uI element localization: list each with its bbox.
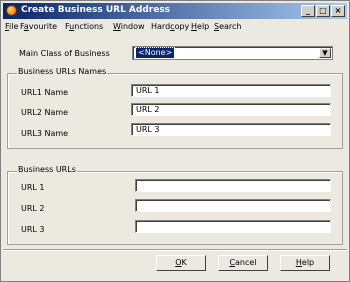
close-button[interactable]: × bbox=[331, 5, 345, 17]
menu-bar: File Favourite Functions Window Hardcopy… bbox=[3, 21, 347, 35]
menu-file[interactable]: File bbox=[5, 22, 18, 31]
url1-field[interactable] bbox=[135, 179, 331, 192]
dialog-window: Create Business URL Address _ □ × File F… bbox=[0, 0, 350, 282]
url2-name-field[interactable]: URL 2 bbox=[131, 103, 331, 116]
url2-name-label: URL2 Name bbox=[21, 108, 69, 117]
main-class-select[interactable]: <None> ▼ bbox=[132, 46, 333, 60]
menu-window[interactable]: Window bbox=[113, 22, 145, 31]
url1-name-label: URL1 Name bbox=[21, 88, 69, 97]
cancel-button[interactable]: Cancel bbox=[218, 255, 268, 271]
chevron-down-icon[interactable]: ▼ bbox=[319, 48, 331, 58]
title-bar[interactable]: Create Business URL Address _ □ × bbox=[3, 3, 347, 19]
business-url-names-title: Business URLs Names bbox=[17, 67, 108, 76]
url3-field[interactable] bbox=[135, 220, 331, 233]
help-button[interactable]: Help bbox=[280, 255, 330, 271]
menu-help[interactable]: Help bbox=[191, 22, 209, 31]
menu-functions[interactable]: Functions bbox=[65, 22, 103, 31]
url2-field[interactable] bbox=[135, 199, 331, 212]
url3-label: URL 3 bbox=[21, 225, 45, 234]
main-class-value: <None> bbox=[134, 47, 176, 59]
url1-label: URL 1 bbox=[21, 183, 45, 192]
maximize-button[interactable]: □ bbox=[316, 5, 330, 17]
url3-name-label: URL3 Name bbox=[21, 129, 69, 138]
minimize-button[interactable]: _ bbox=[301, 5, 315, 17]
app-icon bbox=[6, 5, 17, 16]
main-class-label: Main Class of Business bbox=[19, 49, 110, 58]
menu-hardcopy[interactable]: Hardcopy bbox=[151, 22, 189, 31]
menu-search[interactable]: Search bbox=[214, 22, 241, 31]
url2-label: URL 2 bbox=[21, 204, 45, 213]
url1-name-field[interactable]: URL 1 bbox=[131, 84, 331, 97]
menu-favourite[interactable]: Favourite bbox=[20, 22, 57, 31]
url3-name-field[interactable]: URL 3 bbox=[131, 123, 331, 136]
divider bbox=[3, 249, 347, 251]
ok-button[interactable]: OK bbox=[156, 255, 206, 271]
window-title: Create Business URL Address bbox=[21, 5, 171, 15]
business-urls-title: Business URLs bbox=[17, 165, 77, 174]
